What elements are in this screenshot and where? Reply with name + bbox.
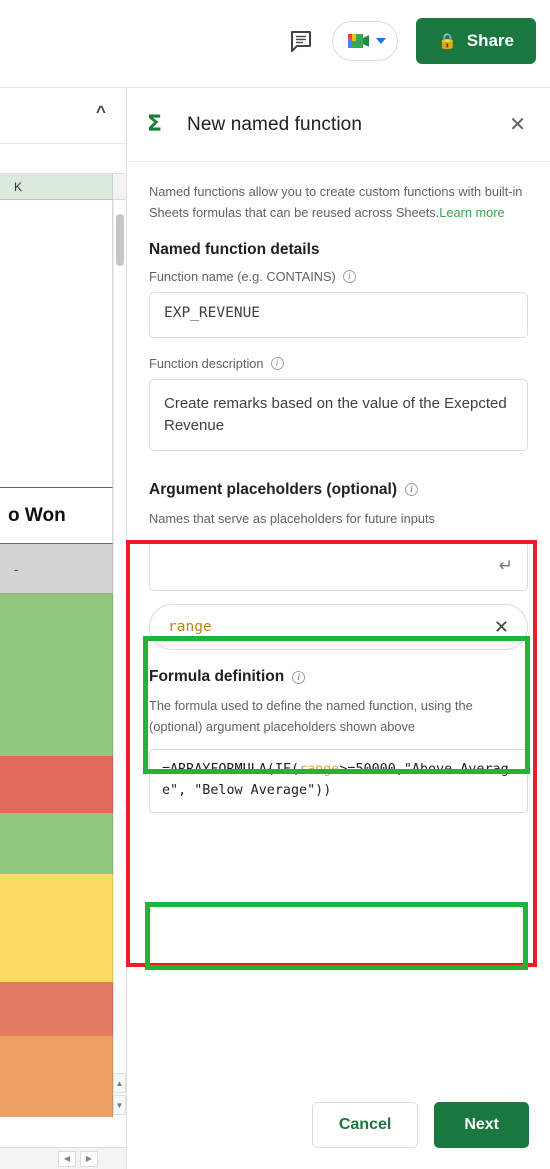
lock-icon: 🔒 xyxy=(438,32,457,50)
column-header-gap xyxy=(113,174,126,200)
function-name-label-text: Function name (e.g. CONTAINS) xyxy=(149,269,336,285)
chevron-down-icon xyxy=(375,38,386,44)
formula-definition-heading-text: Formula definition xyxy=(149,668,285,686)
sheet-toolbar-row: ^ xyxy=(0,88,126,144)
conditional-format-cell[interactable] xyxy=(0,756,113,813)
function-name-label: Function name (e.g. CONTAINS) i xyxy=(149,269,528,284)
info-icon[interactable]: i xyxy=(405,483,419,497)
panel-intro-text: Named functions allow you to create cust… xyxy=(149,182,528,223)
sheet-vertical-scrollbar[interactable] xyxy=(113,200,126,1105)
function-description-label-text: Function description xyxy=(149,356,264,372)
sigma-icon: Σ xyxy=(147,112,163,137)
formula-argument-token: range xyxy=(299,762,340,778)
cell-dash[interactable]: - xyxy=(0,544,113,594)
close-icon[interactable]: ✕ xyxy=(503,108,532,141)
argument-placeholders-note: Names that serve as placeholders for fut… xyxy=(149,510,435,526)
close-icon[interactable]: ✕ xyxy=(494,617,509,638)
top-toolbar: 🔒 Share xyxy=(0,0,550,88)
conditional-format-cell[interactable] xyxy=(0,874,113,982)
cancel-button[interactable]: Cancel xyxy=(311,1102,419,1148)
scroll-down-button[interactable]: ▼ xyxy=(113,1095,126,1115)
argument-chip-label: range xyxy=(168,619,212,636)
info-icon[interactable]: i xyxy=(270,357,284,371)
return-arrow-icon: ↵ xyxy=(498,556,513,577)
google-meet-icon xyxy=(347,34,369,48)
conditional-format-cell[interactable] xyxy=(0,1036,113,1117)
panel-body: Named functions allow you to create cust… xyxy=(127,162,550,813)
tab-prev-button[interactable]: ◀ xyxy=(58,1150,76,1167)
chevron-up-icon[interactable]: ^ xyxy=(90,102,112,121)
sheet-tab-bar: ◀ ▶ xyxy=(0,1147,126,1169)
info-icon[interactable]: i xyxy=(292,670,306,684)
panel-footer: Cancel Next xyxy=(127,1081,550,1169)
google-meet-button[interactable] xyxy=(332,21,399,61)
share-button-label: Share xyxy=(466,31,514,50)
panel-title: New named function xyxy=(187,113,363,135)
named-function-panel: Σ New named function ✕ Named functions a… xyxy=(126,88,550,1169)
next-button[interactable]: Next xyxy=(434,1102,529,1148)
formula-definition-heading: Formula definition i xyxy=(149,668,528,686)
comment-icon[interactable] xyxy=(288,28,314,54)
grid-blank-area[interactable] xyxy=(0,200,113,488)
argument-chip-range[interactable]: range ✕ xyxy=(149,604,528,651)
formula-bar-row[interactable] xyxy=(0,144,126,174)
share-button[interactable]: 🔒 Share xyxy=(416,18,536,64)
scroll-up-button[interactable]: ▲ xyxy=(113,1073,126,1093)
column-header-k[interactable]: K xyxy=(0,174,113,200)
spreadsheet-grid: ^ K o Won - ▲ ▼ ◀ ▶ xyxy=(0,88,126,1169)
formula-definition-note: The formula used to define the named fun… xyxy=(149,698,473,734)
learn-more-link[interactable]: Learn more xyxy=(439,205,504,220)
conditional-format-cell[interactable] xyxy=(0,813,113,874)
conditional-format-cell[interactable] xyxy=(0,594,113,756)
function-name-input[interactable]: EXP_REVENUE xyxy=(149,292,528,339)
function-description-input[interactable]: Create remarks based on the value of the… xyxy=(149,379,528,451)
details-heading: Named function details xyxy=(149,241,320,259)
panel-header: Σ New named function ✕ xyxy=(127,88,550,162)
argument-placeholders-heading: Argument placeholders (optional) i xyxy=(149,481,528,499)
info-icon[interactable]: i xyxy=(342,270,356,284)
cell-won[interactable]: o Won xyxy=(0,488,113,544)
formula-definition-input[interactable]: =ARRAYFORMULA(IF(range>=50000,"Above Ave… xyxy=(149,749,528,813)
formula-prefix: =ARRAYFORMULA(IF( xyxy=(162,762,300,778)
argument-name-input[interactable]: ↵ xyxy=(149,541,528,592)
function-description-label: Function description i xyxy=(149,356,528,371)
tab-next-button[interactable]: ▶ xyxy=(80,1150,98,1167)
conditional-format-cell[interactable] xyxy=(0,982,113,1036)
toolbar-actions: 🔒 Share xyxy=(288,18,536,64)
argument-placeholders-heading-text: Argument placeholders (optional) xyxy=(149,480,398,498)
screenshot-root: 🔒 Share ^ K o Won - ▲ ▼ ◀ ▶ Σ New named … xyxy=(0,0,550,1169)
sheet-scrollbar-thumb[interactable] xyxy=(116,214,124,266)
